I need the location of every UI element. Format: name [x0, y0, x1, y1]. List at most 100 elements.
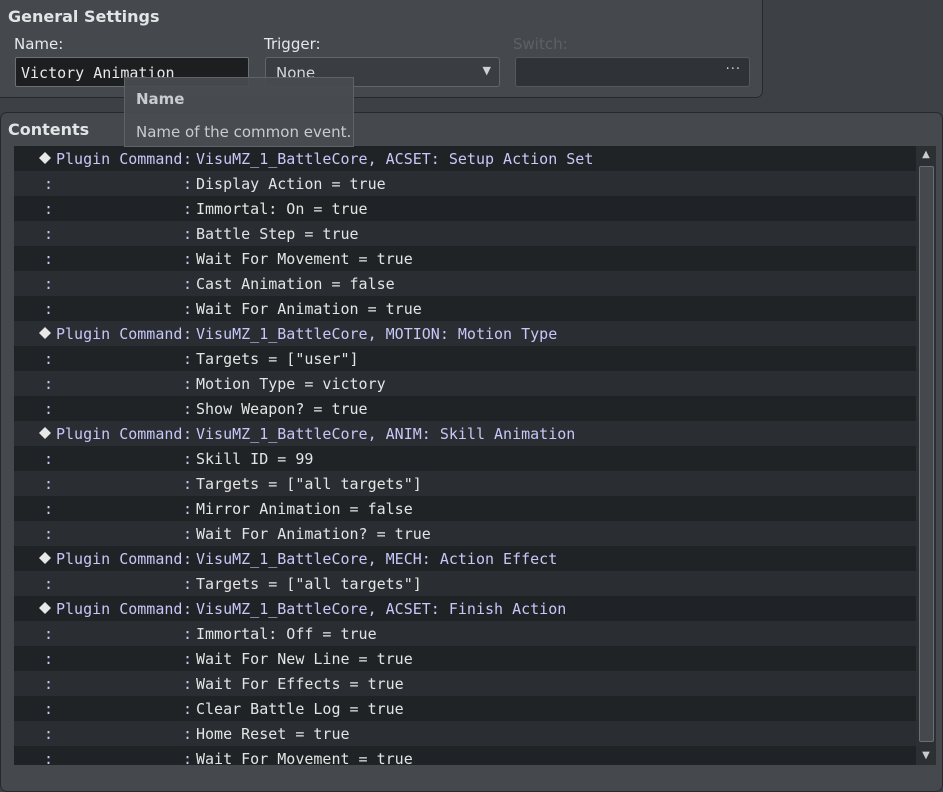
- column-separator: :: [183, 700, 193, 718]
- continuation-mark: :: [44, 275, 54, 293]
- continuation-mark: :: [44, 500, 54, 518]
- continuation-mark: :: [44, 400, 54, 418]
- command-row[interactable]: Plugin Command: VisuMZ_1_BattleCore, MECH…: [14, 546, 916, 571]
- column-separator: :: [183, 375, 193, 393]
- command-text: VisuMZ_1_BattleCore, MECH: Action Effect: [196, 550, 558, 568]
- column-separator: :: [183, 200, 193, 218]
- triangle-up-icon[interactable]: ▲: [916, 146, 936, 164]
- column-separator: :: [183, 225, 193, 243]
- parameter-text: Wait For Animation? = true: [196, 525, 431, 543]
- column-separator: :: [183, 625, 193, 643]
- tooltip-description: Name of the common event.: [136, 123, 352, 141]
- parameter-row[interactable]: :: Wait For Animation? = true: [14, 521, 916, 546]
- parameter-row[interactable]: :: Cast Animation = false: [14, 271, 916, 296]
- command-label: Plugin Command: [56, 600, 183, 618]
- continuation-mark: :: [44, 650, 54, 668]
- parameter-row[interactable]: :: Motion Type = victory: [14, 371, 916, 396]
- column-separator: :: [183, 650, 193, 668]
- parameter-row[interactable]: :: Targets = ["user"]: [14, 346, 916, 371]
- command-label: Plugin Command: [56, 150, 183, 168]
- parameter-row[interactable]: :: Battle Step = true: [14, 221, 916, 246]
- parameter-row[interactable]: :: Immortal: On = true: [14, 196, 916, 221]
- parameter-text: Targets = ["user"]: [196, 350, 359, 368]
- parameter-row[interactable]: :: Mirror Animation = false: [14, 496, 916, 521]
- continuation-mark: :: [44, 475, 54, 493]
- column-separator: :: [183, 325, 193, 343]
- column-separator: :: [183, 450, 193, 468]
- continuation-mark: :: [44, 175, 54, 193]
- parameter-row[interactable]: :: Wait For Movement = true: [14, 246, 916, 271]
- diamond-icon: [39, 327, 51, 339]
- command-label: Plugin Command: [56, 325, 183, 343]
- general-settings-title: General Settings: [8, 7, 160, 26]
- command-row[interactable]: Plugin Command: VisuMZ_1_BattleCore, ACSE…: [14, 146, 916, 171]
- column-separator: :: [183, 400, 193, 418]
- command-text: VisuMZ_1_BattleCore, ANIM: Skill Animati…: [196, 425, 576, 443]
- column-separator: :: [183, 750, 193, 765]
- command-text: VisuMZ_1_BattleCore, MOTION: Motion Type: [196, 325, 558, 343]
- parameter-row[interactable]: :: Display Action = true: [14, 171, 916, 196]
- parameter-row[interactable]: :: Wait For Effects = true: [14, 671, 916, 696]
- command-row[interactable]: Plugin Command: VisuMZ_1_BattleCore, ANIM…: [14, 421, 916, 446]
- command-row[interactable]: Plugin Command: VisuMZ_1_BattleCore, MOTI…: [14, 321, 916, 346]
- event-command-list[interactable]: Plugin Command: VisuMZ_1_BattleCore, ACSE…: [14, 146, 916, 765]
- command-text: VisuMZ_1_BattleCore, ACSET: Finish Actio…: [196, 600, 567, 618]
- column-separator: :: [183, 300, 193, 318]
- command-row[interactable]: Plugin Command: VisuMZ_1_BattleCore, ACSE…: [14, 596, 916, 621]
- continuation-mark: :: [44, 450, 54, 468]
- continuation-mark: :: [44, 750, 54, 765]
- diamond-icon: [39, 152, 51, 164]
- parameter-text: Wait For New Line = true: [196, 650, 413, 668]
- parameter-row[interactable]: :: Clear Battle Log = true: [14, 696, 916, 721]
- trigger-label: Trigger:: [264, 35, 321, 53]
- parameter-row[interactable]: :: Wait For New Line = true: [14, 646, 916, 671]
- parameter-text: Show Weapon? = true: [196, 400, 368, 418]
- parameter-text: Wait For Movement = true: [196, 750, 413, 765]
- column-separator: :: [183, 475, 193, 493]
- command-label: Plugin Command: [56, 425, 183, 443]
- parameter-text: Home Reset = true: [196, 725, 350, 743]
- column-separator: :: [183, 150, 193, 168]
- parameter-row[interactable]: :: Targets = ["all targets"]: [14, 471, 916, 496]
- column-separator: :: [183, 575, 193, 593]
- parameter-row[interactable]: :: Targets = ["all targets"]: [14, 571, 916, 596]
- column-separator: :: [183, 275, 193, 293]
- parameter-text: Targets = ["all targets"]: [196, 575, 422, 593]
- parameter-row[interactable]: :: Home Reset = true: [14, 721, 916, 746]
- parameter-row[interactable]: :: Wait For Movement = true: [14, 746, 916, 765]
- parameter-text: Wait For Animation = true: [196, 300, 422, 318]
- parameter-row[interactable]: :: Wait For Animation = true: [14, 296, 916, 321]
- parameter-text: Immortal: Off = true: [196, 625, 377, 643]
- parameter-text: Clear Battle Log = true: [196, 700, 404, 718]
- continuation-mark: :: [44, 200, 54, 218]
- continuation-mark: :: [44, 225, 54, 243]
- switch-selector[interactable]: ···: [515, 57, 750, 87]
- column-separator: :: [183, 350, 193, 368]
- diamond-icon: [39, 602, 51, 614]
- parameter-row[interactable]: :: Show Weapon? = true: [14, 396, 916, 421]
- parameter-text: Battle Step = true: [196, 225, 359, 243]
- ellipsis-icon: ···: [725, 62, 741, 77]
- vertical-scrollbar[interactable]: ▲ ▼: [916, 146, 936, 765]
- parameter-row[interactable]: :: Skill ID = 99: [14, 446, 916, 471]
- column-separator: :: [183, 550, 193, 568]
- column-separator: :: [183, 250, 193, 268]
- column-separator: :: [183, 725, 193, 743]
- continuation-mark: :: [44, 350, 54, 368]
- general-settings-group: General Settings Name: Victory Animation…: [0, 0, 763, 98]
- scroll-thumb[interactable]: [919, 166, 934, 742]
- parameter-text: Wait For Effects = true: [196, 675, 404, 693]
- triangle-down-icon[interactable]: ▼: [916, 747, 936, 765]
- name-tooltip: Name Name of the common event.: [124, 77, 354, 147]
- name-label: Name:: [14, 35, 64, 53]
- parameter-text: Wait For Movement = true: [196, 250, 413, 268]
- continuation-mark: :: [44, 525, 54, 543]
- continuation-mark: :: [44, 725, 54, 743]
- column-separator: :: [183, 675, 193, 693]
- continuation-mark: :: [44, 625, 54, 643]
- column-separator: :: [183, 425, 193, 443]
- parameter-row[interactable]: :: Immortal: Off = true: [14, 621, 916, 646]
- column-separator: :: [183, 175, 193, 193]
- chevron-down-icon: ▼: [482, 64, 491, 77]
- column-separator: :: [183, 525, 193, 543]
